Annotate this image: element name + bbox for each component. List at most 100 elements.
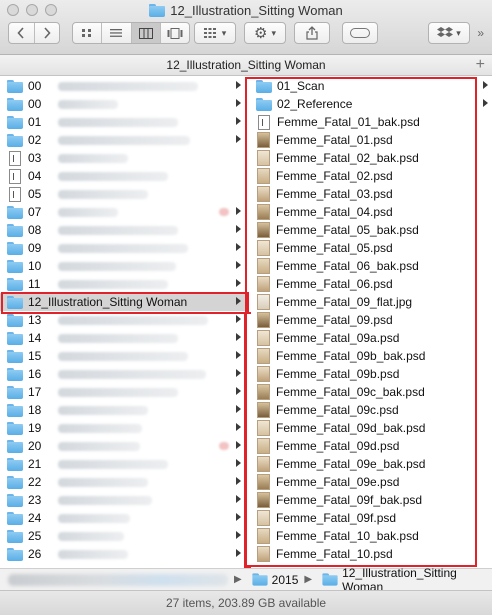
- folder-row[interactable]: 09: [0, 239, 245, 257]
- folder-row[interactable]: 11: [0, 275, 245, 293]
- arrange-button[interactable]: ▾: [194, 22, 236, 44]
- folder-row[interactable]: 22: [0, 473, 245, 491]
- folder-row[interactable]: 16: [0, 365, 245, 383]
- file-row[interactable]: Femme_Fatal_01.psd: [247, 131, 492, 149]
- file-row[interactable]: Femme_Fatal_01_bak.psd: [247, 113, 492, 131]
- file-row[interactable]: Femme_Fatal_09f.psd: [247, 509, 492, 527]
- folder-row[interactable]: 26: [0, 545, 245, 563]
- disclosure-arrow-icon: [236, 459, 241, 467]
- item-name: 12_Illustration_Sitting Woman: [28, 295, 188, 309]
- selected-folder-column[interactable]: 01_Scan 02_Reference Femme_Fatal_01_bak.ps…: [247, 77, 492, 568]
- obscured-name: [58, 171, 168, 181]
- psd-thumbnail-icon: [257, 366, 270, 382]
- psd-thumbnail-icon: [257, 168, 270, 184]
- file-row[interactable]: Femme_Fatal_06.psd: [247, 275, 492, 293]
- file-row[interactable]: Femme_Fatal_02.psd: [247, 167, 492, 185]
- file-row[interactable]: Femme_Fatal_04.psd: [247, 203, 492, 221]
- folder-row[interactable]: 25: [0, 527, 245, 545]
- dropbox-button[interactable]: ▾: [428, 22, 470, 44]
- folder-icon: [7, 349, 23, 363]
- list-view-button[interactable]: [102, 23, 132, 43]
- file-row[interactable]: Femme_Fatal_09e_bak.psd: [247, 455, 492, 473]
- folder-row[interactable]: 02: [0, 131, 245, 149]
- window-toolbar: 12_Illustration_Sitting Woman ▾ ⚙ ▾ ▾ »: [0, 0, 492, 55]
- folder-row[interactable]: 20: [0, 437, 245, 455]
- folder-row[interactable]: 19: [0, 419, 245, 437]
- item-name: Femme_Fatal_09b.psd: [276, 367, 400, 381]
- file-row[interactable]: Femme_Fatal_09_flat.jpg: [247, 293, 492, 311]
- add-tab-button[interactable]: +: [476, 55, 485, 74]
- folder-row[interactable]: 23: [0, 491, 245, 509]
- folder-icon: [7, 277, 23, 291]
- file-row[interactable]: Femme_Fatal_06_bak.psd: [247, 257, 492, 275]
- file-row[interactable]: Femme_Fatal_09f_bak.psd: [247, 491, 492, 509]
- folder-row[interactable]: 01: [0, 113, 245, 131]
- folder-row[interactable]: 00: [0, 95, 245, 113]
- obscured-name: [58, 243, 188, 253]
- file-row[interactable]: Femme_Fatal_10.psd: [247, 545, 492, 563]
- disclosure-arrow-icon: [236, 369, 241, 377]
- folder-row[interactable]: 10: [0, 257, 245, 275]
- item-name: 16: [28, 367, 42, 381]
- item-name: Femme_Fatal_09d.psd: [276, 439, 400, 453]
- folder-icon: [7, 475, 23, 489]
- folder-icon: [322, 573, 338, 586]
- folder-row[interactable]: 14: [0, 329, 245, 347]
- file-row[interactable]: Femme_Fatal_05.psd: [247, 239, 492, 257]
- folder-icon: [7, 79, 23, 93]
- file-row[interactable]: Femme_Fatal_09b_bak.psd: [247, 347, 492, 365]
- item-name: 20: [28, 439, 42, 453]
- folder-row-selected[interactable]: 12_Illustration_Sitting Woman: [0, 293, 245, 311]
- folder-row[interactable]: 08: [0, 221, 245, 239]
- back-button[interactable]: [9, 23, 35, 43]
- folder-icon: [7, 403, 23, 417]
- action-button[interactable]: ⚙ ▾: [244, 22, 286, 44]
- folder-row[interactable]: 02_Reference: [247, 95, 492, 113]
- finder-toolbar: ▾ ⚙ ▾ ▾ »: [8, 22, 486, 46]
- psd-thumbnail-icon: [257, 492, 270, 508]
- folder-row[interactable]: 21: [0, 455, 245, 473]
- folder-row[interactable]: 24: [0, 509, 245, 527]
- obscured-name: [58, 549, 128, 559]
- folder-row[interactable]: 05: [0, 185, 245, 203]
- file-row[interactable]: Femme_Fatal_09.psd: [247, 311, 492, 329]
- icon-view-button[interactable]: [73, 23, 103, 43]
- file-row[interactable]: Femme_Fatal_09d_bak.psd: [247, 419, 492, 437]
- cover-flow-icon: [167, 27, 183, 39]
- file-row[interactable]: Femme_Fatal_05_bak.psd: [247, 221, 492, 239]
- file-row[interactable]: Femme_Fatal_03.psd: [247, 185, 492, 203]
- psd-thumbnail-icon: [257, 546, 270, 562]
- psd-thumbnail-icon: [257, 438, 270, 454]
- red-tag-icon: [219, 208, 229, 216]
- folder-row[interactable]: 15: [0, 347, 245, 365]
- chevron-down-icon: ▾: [271, 27, 276, 38]
- psd-thumbnail-icon: [257, 510, 270, 526]
- cover-flow-view-button[interactable]: [161, 23, 189, 43]
- column-view-button[interactable]: [131, 23, 161, 43]
- file-row[interactable]: Femme_Fatal_09a.psd: [247, 329, 492, 347]
- folder-row[interactable]: 04: [0, 167, 245, 185]
- folder-row[interactable]: 18: [0, 401, 245, 419]
- folder-row[interactable]: 01_Scan: [247, 77, 492, 95]
- file-row[interactable]: Femme_Fatal_02_bak.psd: [247, 149, 492, 167]
- file-row[interactable]: Femme_Fatal_09e.psd: [247, 473, 492, 491]
- file-row[interactable]: Femme_Fatal_09c_bak.psd: [247, 383, 492, 401]
- path-crumb-2015[interactable]: 2015: [252, 573, 298, 587]
- file-row[interactable]: Femme_Fatal_09c.psd: [247, 401, 492, 419]
- parent-folder-column[interactable]: 00 00 01 02 03 04 05 07 08 09 10 11 12_Illustration_…: [0, 77, 246, 568]
- item-name: Femme_Fatal_10_bak.psd: [276, 529, 419, 543]
- toolbar-overflow-button[interactable]: »: [477, 26, 484, 40]
- file-row[interactable]: Femme_Fatal_09b.psd: [247, 365, 492, 383]
- folder-row[interactable]: 07: [0, 203, 245, 221]
- folder-row[interactable]: 00: [0, 77, 245, 95]
- forward-button[interactable]: [35, 23, 60, 43]
- folder-row[interactable]: 17: [0, 383, 245, 401]
- obscured-name: [58, 351, 188, 361]
- folder-row[interactable]: 13: [0, 311, 245, 329]
- folder-row[interactable]: 03: [0, 149, 245, 167]
- edit-tags-button[interactable]: [342, 22, 378, 44]
- file-row[interactable]: Femme_Fatal_10_bak.psd: [247, 527, 492, 545]
- share-button[interactable]: [294, 22, 330, 44]
- disclosure-arrow-icon: [236, 549, 241, 557]
- file-row[interactable]: Femme_Fatal_09d.psd: [247, 437, 492, 455]
